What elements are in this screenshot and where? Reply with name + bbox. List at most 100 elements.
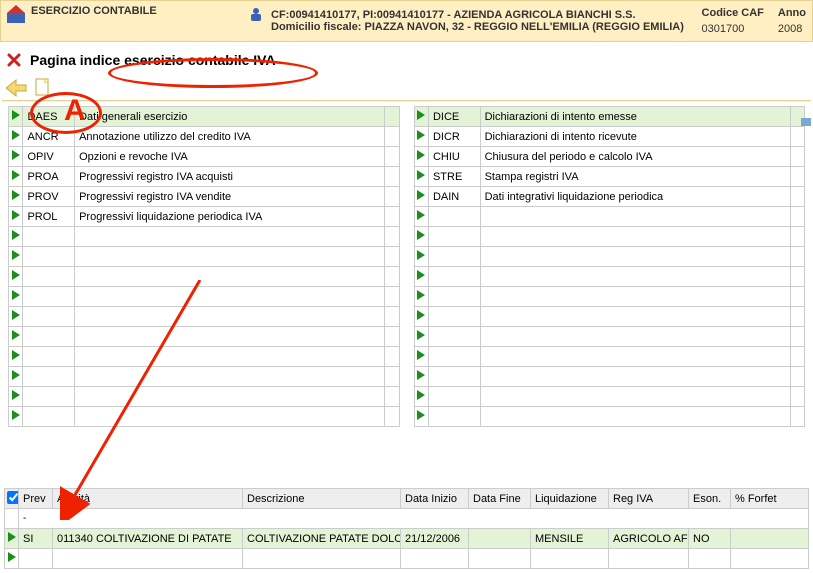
play-icon[interactable]: [9, 387, 23, 407]
col-forfet[interactable]: % Forfet: [731, 489, 809, 509]
cell-prev: SI: [19, 529, 53, 549]
menu-code: [428, 227, 480, 247]
play-icon[interactable]: [414, 407, 428, 427]
menu-row[interactable]: PROAProgressivi registro IVA acquisti: [9, 167, 400, 187]
menu-code: DICR: [428, 127, 480, 147]
menu-row[interactable]: DAINDati integrativi liquidazione period…: [414, 187, 805, 207]
play-icon[interactable]: [9, 327, 23, 347]
play-icon[interactable]: [414, 387, 428, 407]
menu-row[interactable]: [414, 227, 805, 247]
menu-row[interactable]: [9, 287, 400, 307]
play-icon[interactable]: [414, 107, 428, 127]
menu-row[interactable]: [9, 267, 400, 287]
play-icon[interactable]: [414, 127, 428, 147]
play-icon[interactable]: [414, 327, 428, 347]
menu-row[interactable]: [9, 247, 400, 267]
col-data-inizio[interactable]: Data Inizio: [401, 489, 469, 509]
play-icon[interactable]: [414, 227, 428, 247]
anno-label: Anno: [778, 7, 806, 19]
menu-row[interactable]: [414, 387, 805, 407]
menu-row[interactable]: [9, 307, 400, 327]
menu-end: [790, 407, 805, 427]
play-icon[interactable]: [5, 529, 19, 549]
play-icon[interactable]: [414, 367, 428, 387]
play-icon[interactable]: [414, 147, 428, 167]
play-icon[interactable]: [414, 167, 428, 187]
col-eson[interactable]: Eson.: [689, 489, 731, 509]
menu-row[interactable]: [414, 287, 805, 307]
play-icon[interactable]: [414, 347, 428, 367]
menu-row[interactable]: [414, 207, 805, 227]
table-row[interactable]: SI011340 COLTIVAZIONE DI PATATECOLTIVAZI…: [5, 529, 809, 549]
menu-row[interactable]: STREStampa registri IVA: [414, 167, 805, 187]
play-icon[interactable]: [9, 167, 23, 187]
col-prev[interactable]: Prev: [19, 489, 53, 509]
cell-liquidazione: MENSILE: [531, 529, 609, 549]
col-attivita[interactable]: Attività: [53, 489, 243, 509]
play-icon[interactable]: [9, 187, 23, 207]
menu-row[interactable]: [9, 227, 400, 247]
play-icon[interactable]: [9, 367, 23, 387]
menu-code: [23, 367, 75, 387]
menu-row[interactable]: [9, 407, 400, 427]
col-reg-iva[interactable]: Reg IVA: [609, 489, 689, 509]
col-data-fine[interactable]: Data Fine: [469, 489, 531, 509]
play-icon[interactable]: [414, 207, 428, 227]
cell-data-fine: [469, 529, 531, 549]
menu-desc: Dichiarazioni di intento ricevute: [480, 127, 790, 147]
menu-code: [428, 207, 480, 227]
menu-row[interactable]: [414, 347, 805, 367]
menu-row[interactable]: [414, 247, 805, 267]
col-descrizione[interactable]: Descrizione: [243, 489, 401, 509]
right-drag-handle[interactable]: [801, 118, 811, 126]
menu-row[interactable]: [414, 327, 805, 347]
play-icon[interactable]: [414, 287, 428, 307]
checkbox-header[interactable]: [5, 489, 19, 509]
play-icon[interactable]: [414, 267, 428, 287]
menu-row[interactable]: [9, 327, 400, 347]
play-icon[interactable]: [9, 207, 23, 227]
new-doc-icon[interactable]: [34, 78, 52, 98]
play-icon[interactable]: [9, 267, 23, 287]
play-icon[interactable]: [9, 307, 23, 327]
menu-end: [790, 367, 805, 387]
play-icon[interactable]: [9, 107, 23, 127]
menu-desc: [75, 407, 385, 427]
play-icon[interactable]: [9, 247, 23, 267]
play-icon[interactable]: [414, 307, 428, 327]
menu-row[interactable]: DAESDati generali esercizio: [9, 107, 400, 127]
menu-row[interactable]: OPIVOpzioni e revoche IVA: [9, 147, 400, 167]
close-icon[interactable]: [6, 52, 22, 68]
menu-row[interactable]: PROVProgressivi registro IVA vendite: [9, 187, 400, 207]
menu-row[interactable]: CHIUChiusura del periodo e calcolo IVA: [414, 147, 805, 167]
menu-end: [385, 127, 400, 147]
menu-end: [385, 347, 400, 367]
menu-row[interactable]: [414, 407, 805, 427]
select-all-checkbox[interactable]: [7, 491, 19, 504]
menu-code: [23, 347, 75, 367]
play-icon[interactable]: [9, 147, 23, 167]
play-icon[interactable]: [9, 347, 23, 367]
menu-row[interactable]: DICEDichiarazioni di intento emesse: [414, 107, 805, 127]
menu-row[interactable]: [414, 307, 805, 327]
menu-code: [23, 267, 75, 287]
menu-row[interactable]: [9, 387, 400, 407]
menu-row[interactable]: [9, 347, 400, 367]
play-icon[interactable]: [9, 407, 23, 427]
menu-row[interactable]: PROLProgressivi liquidazione periodica I…: [9, 207, 400, 227]
play-icon[interactable]: [414, 187, 428, 207]
menu-row[interactable]: [9, 367, 400, 387]
menu-row[interactable]: DICRDichiarazioni di intento ricevute: [414, 127, 805, 147]
menu-row[interactable]: ANCRAnnotazione utilizzo del credito IVA: [9, 127, 400, 147]
col-liquidazione[interactable]: Liquidazione: [531, 489, 609, 509]
play-icon[interactable]: [9, 227, 23, 247]
play-icon[interactable]: [9, 287, 23, 307]
menu-row[interactable]: [414, 367, 805, 387]
play-icon[interactable]: [9, 127, 23, 147]
play-icon[interactable]: [5, 549, 19, 569]
back-arrow-icon[interactable]: [6, 78, 30, 98]
menu-code: DICE: [428, 107, 480, 127]
menu-end: [385, 287, 400, 307]
play-icon[interactable]: [414, 247, 428, 267]
menu-row[interactable]: [414, 267, 805, 287]
